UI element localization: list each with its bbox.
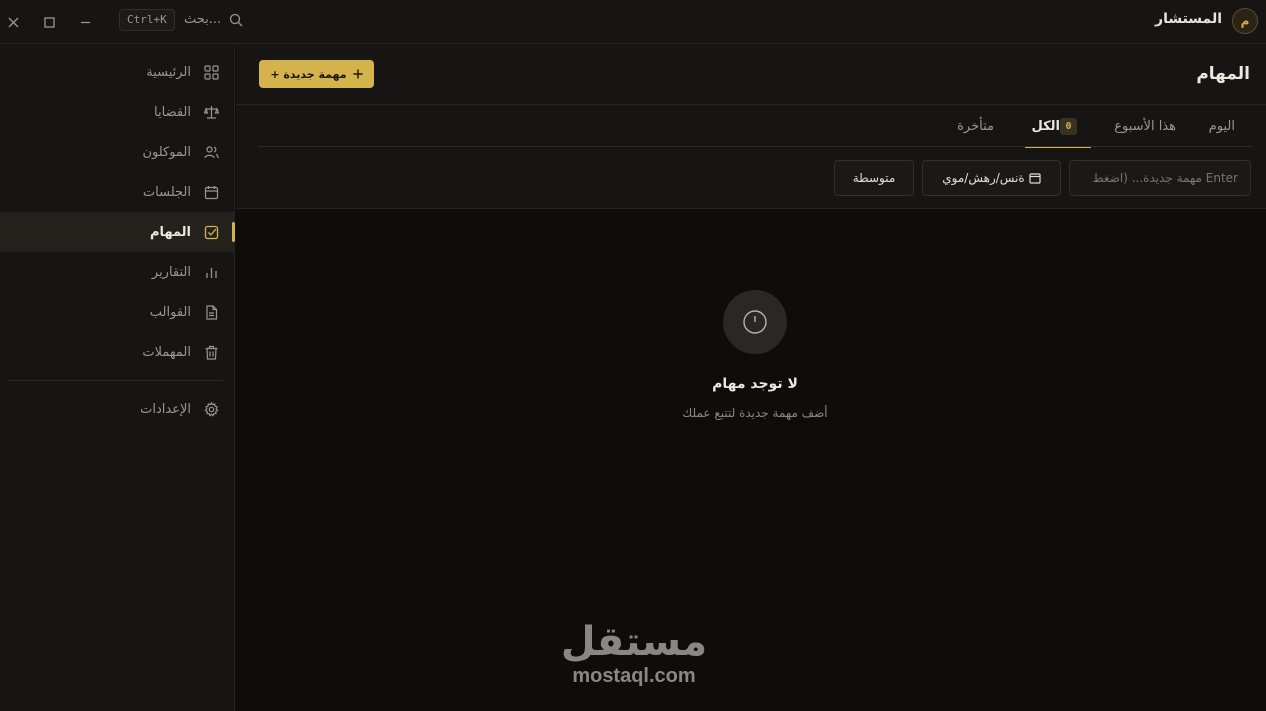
watermark-arabic: مستقل <box>560 619 708 665</box>
empty-state-title: لا توجد مهام <box>712 376 798 392</box>
tab-today[interactable]: اليوم <box>1209 105 1235 147</box>
sidebar-item-label: الجلسات <box>142 184 191 200</box>
sidebar-item-trash[interactable]: المهملات <box>0 332 235 372</box>
tab-label: متأخرة <box>957 118 994 134</box>
due-date-value: ةنس/رهش/موي <box>942 171 1025 185</box>
sidebar-item-label: الموكلون <box>142 144 191 160</box>
new-task-input[interactable] <box>1069 160 1251 196</box>
minimize-window-button[interactable] <box>75 12 95 32</box>
calendar-icon[interactable] <box>1029 172 1041 184</box>
maximize-icon <box>43 16 55 28</box>
sidebar-item-cases[interactable]: القضايا <box>0 92 235 132</box>
close-window-button[interactable] <box>3 12 23 32</box>
calendar-icon <box>203 184 219 200</box>
gear-icon <box>203 401 219 417</box>
sidebar-item-home[interactable]: الرئيسية <box>0 52 235 92</box>
task-filter-tabs: اليوم هذا الأسبوع الكل 0 متأخرة <box>236 105 1266 148</box>
tab-label: الكل <box>1031 118 1060 134</box>
sidebar-item-settings[interactable]: الإعدادات <box>0 389 235 429</box>
tab-overdue[interactable]: متأخرة <box>957 105 994 147</box>
maximize-window-button[interactable] <box>39 12 59 32</box>
app-name: المستشار <box>1155 11 1222 27</box>
sidebar-item-templates[interactable]: القوالب <box>0 292 235 332</box>
sidebar-item-label: المهملات <box>142 344 191 360</box>
app-logo-avatar: م <box>1232 8 1258 34</box>
close-icon <box>8 17 18 27</box>
search-icon[interactable] <box>229 12 245 28</box>
tab-all[interactable]: الكل 0 <box>1025 105 1091 148</box>
scale-icon <box>203 104 219 120</box>
empty-state-subtitle: أضف مهمة جديدة لتتبع عملك <box>682 406 828 420</box>
sidebar-item-label: الرئيسية <box>146 64 191 80</box>
minimize-icon <box>80 21 90 23</box>
sidebar-item-tasks[interactable]: المهام <box>0 212 235 252</box>
sidebar-item-clients[interactable]: الموكلون <box>0 132 235 172</box>
document-icon <box>203 304 219 320</box>
sidebar-item-sessions[interactable]: الجلسات <box>0 172 235 212</box>
search-trigger[interactable]: بحث... <box>184 12 221 27</box>
tab-label: هذا الأسبوع <box>1114 118 1176 134</box>
plus-icon <box>353 69 363 79</box>
sidebar: الرئيسية القضايا الموكلون الجلسات المهام… <box>0 44 235 711</box>
search-shortcut-badge: Ctrl+K <box>119 9 175 31</box>
new-task-form: ةنس/رهش/موي متوسطة <box>236 148 1266 209</box>
sidebar-item-label: الإعدادات <box>140 401 191 417</box>
title-bar: Ctrl+K بحث... المستشار م <box>0 0 1266 44</box>
trash-icon <box>203 344 219 360</box>
sidebar-item-label: القوالب <box>149 304 191 320</box>
bar-chart-icon <box>203 264 219 280</box>
page-header: المهام + مهمة جديدة <box>236 44 1266 105</box>
tab-count-badge: 0 <box>1060 117 1077 135</box>
main-content: المهام + مهمة جديدة اليوم هذا الأسبوع ال… <box>236 44 1266 711</box>
empty-state-icon-circle <box>723 290 787 354</box>
priority-select[interactable]: متوسطة <box>834 160 914 196</box>
sidebar-item-reports[interactable]: التقارير <box>0 252 235 292</box>
watermark-logo: مستقل mostaql.com <box>554 620 714 688</box>
page-title: المهام <box>1196 64 1250 84</box>
tabs-divider <box>258 146 1252 147</box>
sidebar-item-label: المهام <box>149 224 191 240</box>
watermark-latin: mostaql.com <box>572 665 696 687</box>
tab-this-week[interactable]: هذا الأسبوع <box>1114 105 1176 147</box>
users-icon <box>203 144 219 160</box>
new-task-button[interactable]: + مهمة جديدة <box>259 60 374 88</box>
new-task-button-label: + مهمة جديدة <box>270 67 347 81</box>
grid-icon <box>203 64 219 80</box>
clock-icon <box>743 310 767 334</box>
check-square-icon <box>203 224 219 240</box>
due-date-field[interactable]: ةنس/رهش/موي <box>922 160 1061 196</box>
sidebar-divider <box>8 380 223 381</box>
sidebar-item-label: القضايا <box>154 104 191 120</box>
tab-label: اليوم <box>1208 118 1235 134</box>
sidebar-item-label: التقارير <box>151 264 191 280</box>
